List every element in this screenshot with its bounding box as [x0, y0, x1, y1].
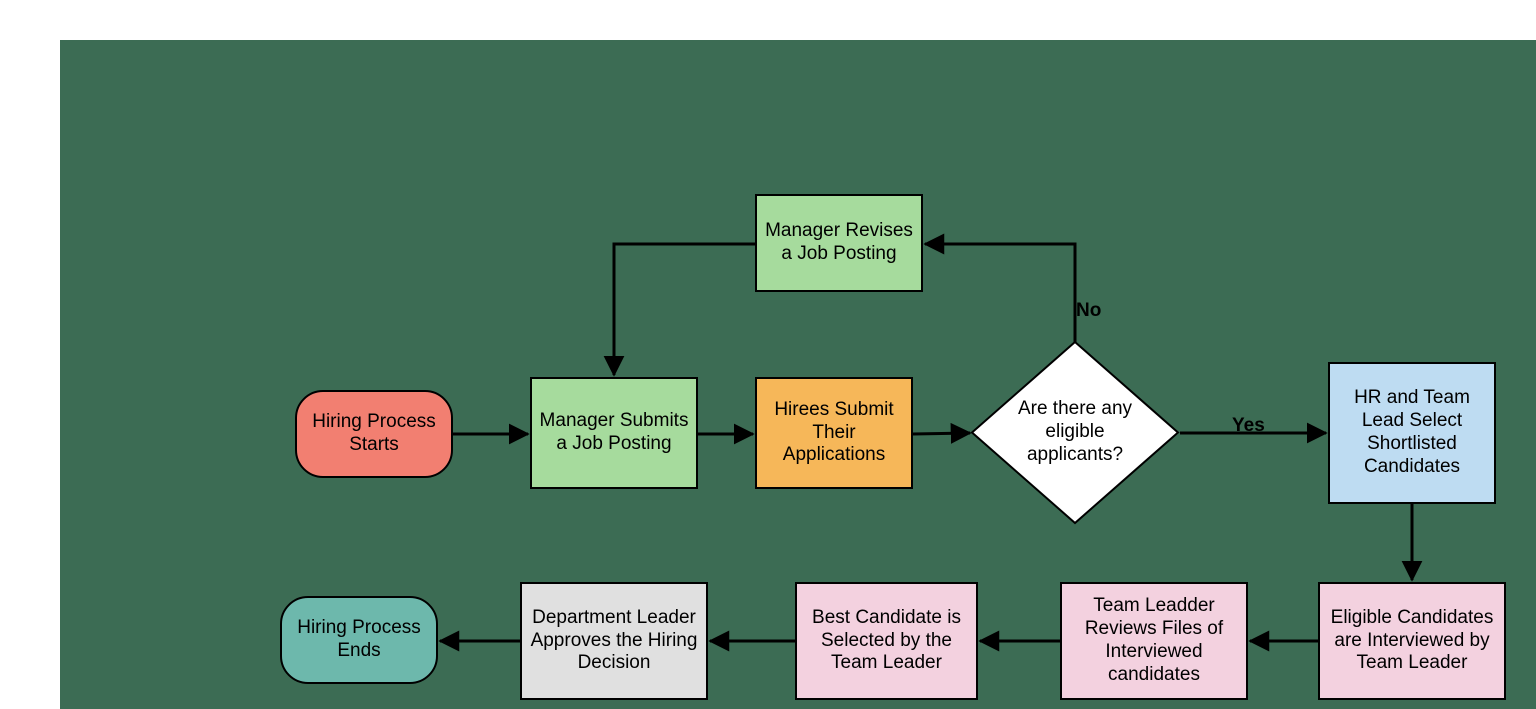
edge-label-yes: Yes — [1232, 415, 1265, 437]
node-interview-label: Eligible Candidates are Interviewed by T… — [1326, 607, 1498, 675]
node-approve: Department Leader Approves the Hiring De… — [520, 582, 708, 700]
node-revise-job: Manager Revises a Job Posting — [755, 194, 923, 292]
node-submit-job-label: Manager Submits a Job Posting — [538, 410, 690, 456]
node-shortlist: HR and Team Lead Select Shortlisted Cand… — [1328, 362, 1496, 504]
flowchart-canvas: Hiring Process Starts Manager Submits a … — [0, 0, 1536, 709]
node-shortlist-label: HR and Team Lead Select Shortlisted Cand… — [1336, 387, 1488, 478]
node-approve-label: Department Leader Approves the Hiring De… — [528, 607, 700, 675]
node-submit-job: Manager Submits a Job Posting — [530, 377, 698, 489]
node-review-files-label: Team Leadder Reviews Files of Interviewe… — [1068, 595, 1240, 686]
node-hirees: Hirees Submit Their Applications — [755, 377, 913, 489]
node-best-candidate: Best Candidate is Selected by the Team L… — [795, 582, 978, 700]
node-interview: Eligible Candidates are Interviewed by T… — [1318, 582, 1506, 700]
node-start: Hiring Process Starts — [295, 390, 453, 478]
node-decision-label: Are there any eligible applicants? — [998, 398, 1152, 466]
node-revise-job-label: Manager Revises a Job Posting — [763, 220, 915, 266]
node-end-label: Hiring Process Ends — [288, 617, 430, 663]
node-decision: Are there any eligible applicants? — [970, 340, 1180, 525]
edge-label-no: No — [1076, 300, 1101, 322]
node-hirees-label: Hirees Submit Their Applications — [763, 399, 905, 467]
node-review-files: Team Leadder Reviews Files of Interviewe… — [1060, 582, 1248, 700]
node-end: Hiring Process Ends — [280, 596, 438, 684]
node-start-label: Hiring Process Starts — [303, 411, 445, 457]
node-best-candidate-label: Best Candidate is Selected by the Team L… — [803, 607, 970, 675]
